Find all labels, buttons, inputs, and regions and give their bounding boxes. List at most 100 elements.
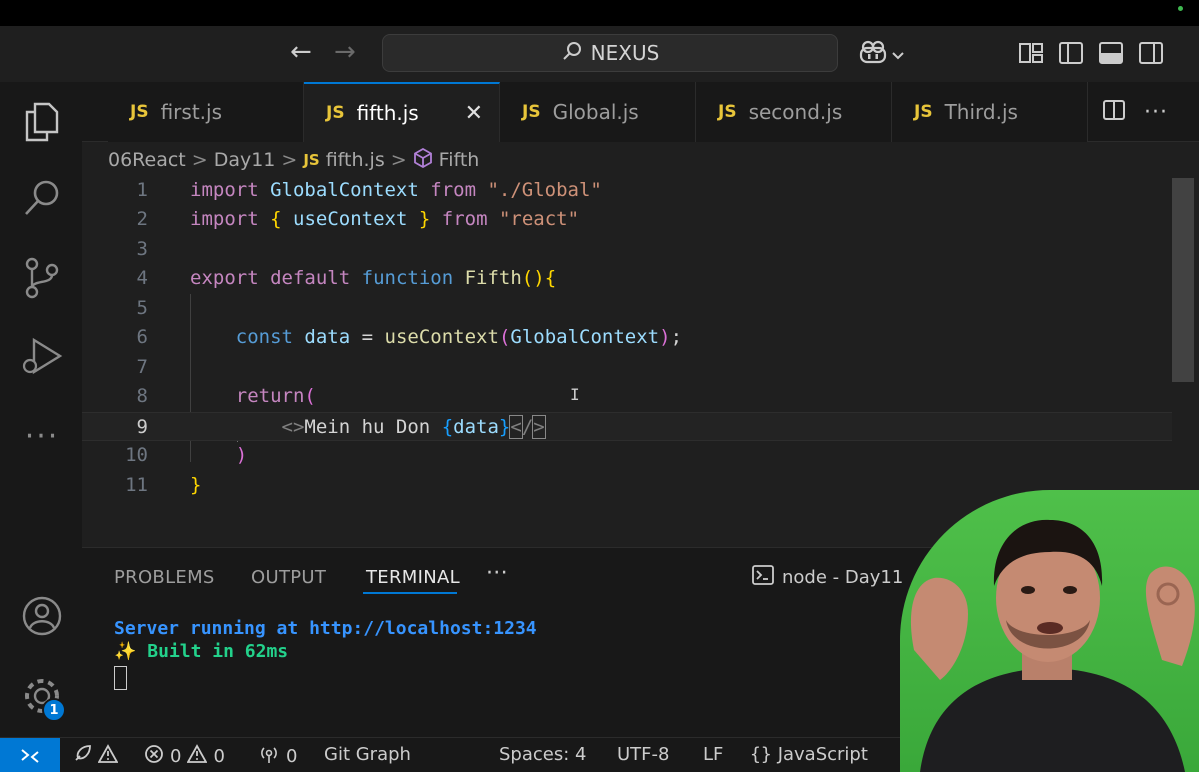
explorer-icon[interactable] (20, 100, 64, 144)
warning-icon (97, 744, 119, 769)
more-icon[interactable]: ··· (20, 414, 64, 458)
chevron-down-icon (892, 46, 904, 65)
command-center-search[interactable]: NEXUS (382, 34, 838, 72)
problems-status[interactable]: 0 0 (144, 744, 225, 769)
more-actions-icon[interactable]: ··· (1144, 100, 1168, 125)
account-icon[interactable] (20, 594, 64, 638)
code-text: import { useContext } from "react" (190, 208, 580, 230)
code-text: <>Mein hu Don {data}</> (281, 415, 546, 439)
code-line: 6 const data = useContext(GlobalContext)… (82, 323, 1172, 352)
encoding-item[interactable]: UTF-8 (617, 744, 669, 765)
code-line-current: 9 <>Mein hu Don {data}</> (82, 412, 1172, 441)
editor-actions: ··· (1102, 98, 1168, 126)
live-share-item[interactable] (72, 744, 119, 769)
language-label: JavaScript (777, 744, 868, 765)
breadcrumb-file[interactable]: fifth.js (326, 149, 385, 171)
arrow-right-icon[interactable]: → (334, 39, 356, 65)
panel-more-icon[interactable]: ··· (486, 561, 508, 586)
copilot-button[interactable] (858, 40, 904, 70)
ports-icon (258, 744, 280, 769)
line-number: 9 (136, 416, 148, 438)
tab-third-js[interactable]: JS Third.js (892, 82, 1088, 142)
remote-icon[interactable] (0, 738, 60, 772)
editor-scrollbar[interactable] (1172, 178, 1194, 382)
terminal-cursor (114, 666, 127, 690)
code-line: 8 return( (82, 382, 1172, 411)
tab-problems[interactable]: PROBLEMS (114, 567, 215, 588)
line-number: 7 (136, 356, 148, 378)
search-view-icon[interactable] (20, 176, 64, 220)
chevron-right-icon: > (390, 149, 407, 171)
braces-icon: {} (750, 744, 772, 765)
code-line: 7 (82, 353, 1172, 382)
language-mode-item[interactable]: {} JavaScript (750, 744, 868, 765)
toggle-panel-icon[interactable] (1098, 40, 1124, 66)
editor-tabs-bar: JS first.js JS fifth.js ✕ JS Global.js J… (82, 82, 1199, 142)
breadcrumb: 06React > Day11 > JS fifth.js > Fifth (108, 147, 479, 173)
source-control-icon[interactable] (20, 256, 64, 300)
toggle-primary-sidebar-icon[interactable] (1058, 40, 1084, 66)
warning-icon (186, 744, 208, 769)
js-file-icon: JS (718, 102, 737, 122)
tab-label: Global.js (552, 100, 639, 124)
tab-label: fifth.js (356, 101, 419, 125)
line-number: 2 (136, 208, 148, 230)
tab-second-js[interactable]: JS second.js (696, 82, 892, 142)
eol-item[interactable]: LF (703, 744, 723, 765)
tab-label: first.js (160, 100, 222, 124)
tab-label: second.js (748, 100, 843, 124)
text-cursor-icon: I (570, 385, 580, 404)
line-number: 10 (125, 444, 148, 466)
code-line: 3 (82, 235, 1172, 264)
code-line: 2 import { useContext } from "react" (82, 205, 1172, 234)
settings-update-badge: 1 (42, 698, 66, 722)
activity-bar: ··· (0, 82, 82, 737)
rocket-icon (72, 744, 92, 769)
arrow-left-icon[interactable]: ← (290, 39, 312, 65)
breadcrumb-folder[interactable]: 06React (108, 149, 186, 171)
line-number: 6 (136, 326, 148, 348)
symbol-method-icon (413, 147, 433, 173)
indentation-item[interactable]: Spaces: 4 (499, 744, 586, 765)
ports-count: 0 (286, 746, 298, 767)
line-number: 4 (136, 267, 148, 289)
breadcrumb-symbol[interactable]: Fifth (439, 149, 480, 171)
customize-layout-icon[interactable] (1018, 40, 1044, 66)
copilot-icon (858, 40, 888, 70)
code-line: 4 export default function Fifth(){ (82, 264, 1172, 293)
active-tab-indicator (363, 592, 457, 594)
tab-terminal[interactable]: TERMINAL (366, 567, 460, 588)
code-text: const data = useContext(GlobalContext); (235, 326, 683, 348)
split-editor-icon[interactable] (1102, 98, 1126, 126)
tab-first-js[interactable]: JS first.js (108, 82, 304, 142)
search-text: NEXUS (590, 41, 660, 65)
code-line: 5 (82, 294, 1172, 323)
terminal-selector[interactable]: node - Day11 (752, 565, 903, 590)
run-debug-icon[interactable] (20, 334, 64, 378)
recording-indicator (1178, 6, 1183, 11)
breadcrumb-folder[interactable]: Day11 (214, 149, 276, 171)
toggle-secondary-sidebar-icon[interactable] (1138, 40, 1164, 66)
code-text: ) (235, 444, 248, 466)
code-editor[interactable]: 06React > Day11 > JS fifth.js > Fifth 1 … (82, 142, 1199, 547)
js-file-icon: JS (303, 151, 320, 169)
tab-fifth-js[interactable]: JS fifth.js ✕ (304, 82, 500, 142)
close-icon[interactable]: ✕ (465, 101, 483, 126)
webcam-overlay (900, 490, 1199, 772)
js-file-icon: JS (130, 102, 149, 122)
js-file-icon: JS (522, 102, 541, 122)
tab-output[interactable]: OUTPUT (251, 567, 326, 588)
warning-count: 0 (213, 746, 225, 767)
layout-controls (1018, 40, 1164, 66)
presenter-video (900, 490, 1199, 772)
line-number: 5 (136, 297, 148, 319)
search-icon (561, 40, 583, 66)
line-number: 8 (136, 385, 148, 407)
ports-status[interactable]: 0 (258, 744, 297, 769)
terminal-name: node - Day11 (782, 567, 904, 588)
tab-global-js[interactable]: JS Global.js (500, 82, 696, 142)
git-graph-item[interactable]: Git Graph (324, 744, 411, 765)
js-file-icon: JS (326, 103, 345, 123)
code-text: } (190, 474, 202, 496)
line-number: 3 (136, 238, 148, 260)
